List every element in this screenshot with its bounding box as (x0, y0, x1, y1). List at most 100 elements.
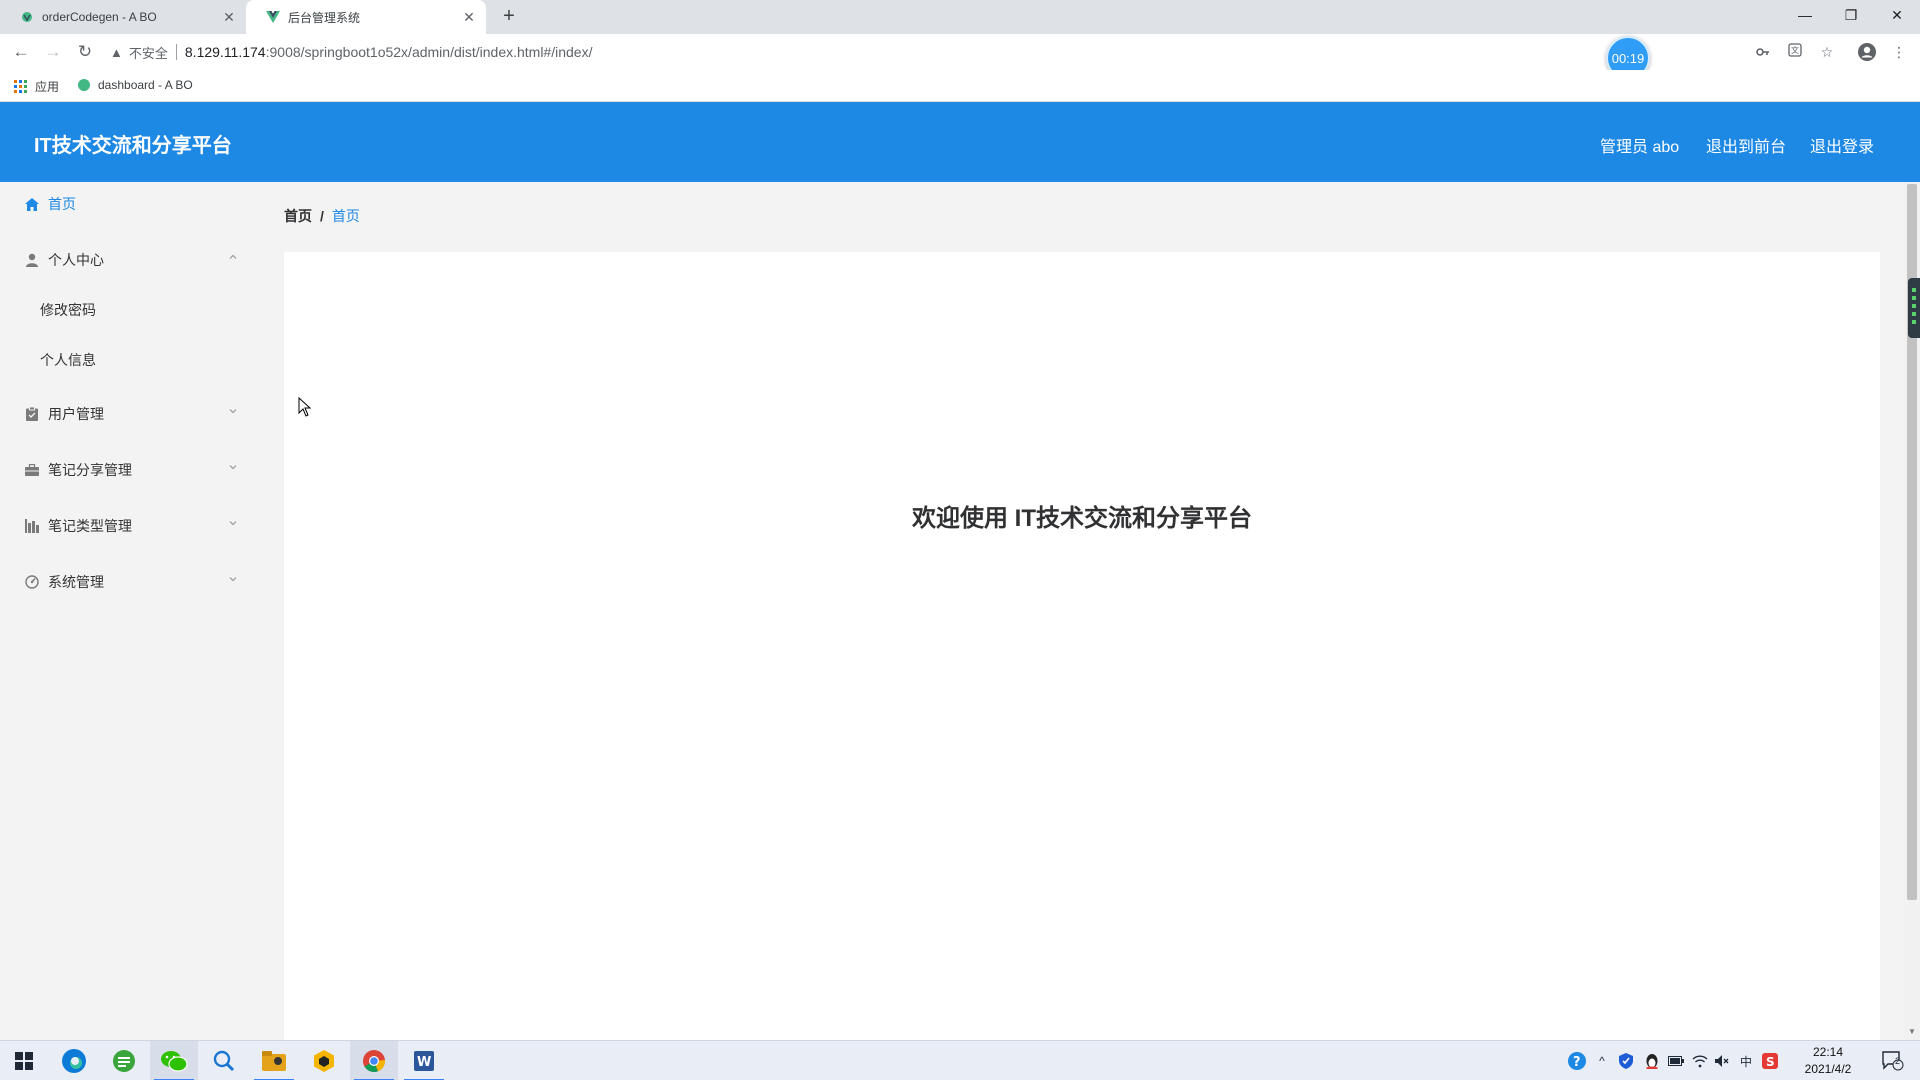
logout-link[interactable]: 退出登录 (1810, 133, 1874, 157)
breadcrumb-current: 首页 (331, 208, 360, 224)
svg-text:文: 文 (1791, 45, 1799, 55)
dashboard-icon (24, 574, 40, 590)
user-icon (24, 252, 40, 268)
app-header: IT技术交流和分享平台 管理员 abo 退出到前台 退出登录 (0, 102, 1920, 182)
svg-text:S: S (1766, 1055, 1775, 1069)
bookmarks-bar: 应用 dashboard - A BO (0, 70, 1920, 102)
sidebar-subitem-label: 个人信息 (40, 352, 96, 368)
clipboard-icon (24, 406, 40, 422)
search-app-icon[interactable] (200, 1041, 248, 1080)
apps-grid-icon (14, 80, 27, 93)
sidebar-item-user-management[interactable]: 用户管理 (0, 392, 260, 436)
vue-logo-icon (78, 79, 90, 91)
wechat-icon[interactable] (150, 1041, 198, 1080)
sidebar-item-note-share-management[interactable]: 笔记分享管理 (0, 448, 260, 492)
clock-date: 2021/4/2 (1804, 1062, 1852, 1076)
browser-tab-admin[interactable]: 后台管理系统 ✕ (246, 0, 486, 34)
hexagon-app-icon[interactable] (300, 1041, 348, 1080)
home-icon (24, 196, 40, 212)
word-app-icon[interactable]: W (400, 1041, 448, 1080)
bookmark-apps[interactable]: 应用 (14, 78, 59, 95)
back-icon[interactable]: ← (10, 42, 32, 62)
sidebar-item-label: 笔记类型管理 (48, 518, 132, 534)
sogou-input-icon[interactable]: S (1760, 1051, 1780, 1071)
welcome-heading: 欢迎使用 IT技术交流和分享平台 (912, 505, 1252, 532)
notification-count: 2 (1895, 1056, 1901, 1066)
sidebar-item-note-type-management[interactable]: 笔记类型管理 (0, 504, 260, 548)
sidebar-item-personal-center[interactable]: 个人中心 (0, 238, 260, 282)
chevron-up-icon (229, 254, 237, 259)
close-window-icon[interactable]: ✕ (1874, 0, 1920, 30)
breadcrumb-home[interactable]: 首页 (284, 206, 312, 226)
exit-to-frontend-link[interactable]: 退出到前台 (1706, 133, 1786, 157)
system-clock[interactable]: 22:14 2021/4/2 (1790, 1044, 1866, 1078)
close-tab-icon[interactable]: ✕ (220, 8, 238, 26)
clock-time: 22:14 (1812, 1045, 1844, 1059)
tab-title: 后台管理系统 (288, 10, 361, 25)
star-icon[interactable]: ☆ (1816, 42, 1838, 62)
edge-browser-icon[interactable] (50, 1041, 98, 1080)
sidebar-item-label: 笔记分享管理 (48, 462, 132, 478)
sidebar-item-system-management[interactable]: 系统管理 (0, 560, 260, 604)
volume-muted-icon[interactable] (1712, 1051, 1732, 1071)
sidebar-item-home[interactable]: 首页 (0, 182, 260, 226)
svg-text:?: ? (1573, 1055, 1581, 1070)
browser-tab-ordercodegen[interactable]: orderCodegen - A BO ✕ (0, 0, 246, 34)
green-app-icon[interactable] (100, 1041, 148, 1080)
windows-start-icon[interactable] (0, 1041, 48, 1080)
restore-icon[interactable]: ❐ (1828, 0, 1874, 30)
sidebar-subitem-change-password[interactable]: 修改密码 (0, 288, 260, 332)
sidebar: 首页 个人中心 修改密码 个人信息 用户管理 笔记分享管理 笔记类型管理 系统管… (0, 182, 260, 1040)
notification-center-icon[interactable]: 2 (1878, 1051, 1908, 1071)
help-icon[interactable]: ? (1566, 1051, 1588, 1071)
mouse-cursor-icon (298, 397, 312, 417)
new-tab-button[interactable]: + (498, 6, 520, 28)
url-path: :9008/springboot1o52x/admin/dist/index.h… (265, 44, 593, 60)
svg-text:W: W (417, 1055, 431, 1070)
sidebar-item-label: 首页 (48, 196, 76, 212)
ime-indicator[interactable]: 中 (1736, 1051, 1756, 1071)
address-bar[interactable]: ▲ 不安全 8.129.11.174 :9008/springboot1o52x… (110, 39, 1790, 65)
scroll-down-icon[interactable]: ▼ (1908, 1028, 1916, 1036)
chevron-down-icon (229, 465, 237, 470)
breadcrumb-separator: / (320, 208, 324, 224)
browser-tab-strip: orderCodegen - A BO ✕ 后台管理系统 ✕ + — ❐ ✕ (0, 0, 1920, 34)
reload-icon[interactable]: ↻ (74, 42, 96, 62)
sidebar-subitem-personal-info[interactable]: 个人信息 (0, 338, 260, 382)
sidebar-item-label: 用户管理 (48, 406, 104, 422)
qq-penguin-icon[interactable] (1642, 1051, 1662, 1071)
battery-icon[interactable] (1666, 1051, 1686, 1071)
close-tab-icon[interactable]: ✕ (460, 8, 478, 26)
chrome-browser-icon[interactable] (350, 1041, 398, 1080)
divider (175, 44, 177, 60)
sidebar-item-label: 系统管理 (48, 574, 104, 590)
not-secure-label: 不安全 (128, 45, 168, 61)
wifi-icon[interactable] (1690, 1051, 1710, 1071)
menu-kebab-icon[interactable]: ⋮ (1888, 42, 1910, 62)
shield-icon[interactable] (1616, 1051, 1636, 1071)
chevron-down-icon (229, 521, 237, 526)
profile-avatar-icon[interactable] (1856, 42, 1878, 62)
vue-logo-icon (20, 10, 34, 24)
chart-icon (24, 518, 40, 534)
sidebar-subitem-label: 修改密码 (40, 302, 96, 318)
file-manager-icon[interactable] (250, 1041, 298, 1080)
breadcrumb: 首页 / 首页 (284, 206, 360, 226)
bookmark-dashboard[interactable]: dashboard - A BO (78, 78, 193, 92)
key-icon[interactable] (1752, 42, 1774, 62)
side-widget-tab[interactable] (1908, 278, 1920, 338)
tab-title: orderCodegen - A BO (42, 10, 157, 24)
admin-user-label: 管理员 abo (1600, 139, 1680, 156)
main-content-panel: 欢迎使用 IT技术交流和分享平台 (284, 252, 1880, 1040)
translate-icon[interactable]: 文 (1784, 42, 1806, 62)
briefcase-icon (24, 462, 40, 478)
minimize-icon[interactable]: — (1782, 0, 1828, 30)
warning-icon: ▲ (110, 44, 123, 60)
chevron-down-icon (229, 577, 237, 582)
forward-icon[interactable]: → (42, 42, 64, 62)
chevron-up-icon[interactable]: ^ (1594, 1051, 1610, 1071)
vue-logo-icon (266, 10, 280, 24)
chevron-down-icon (229, 409, 237, 414)
bookmark-label: dashboard - A BO (98, 78, 193, 92)
app-title: IT技术交流和分享平台 (34, 135, 232, 157)
